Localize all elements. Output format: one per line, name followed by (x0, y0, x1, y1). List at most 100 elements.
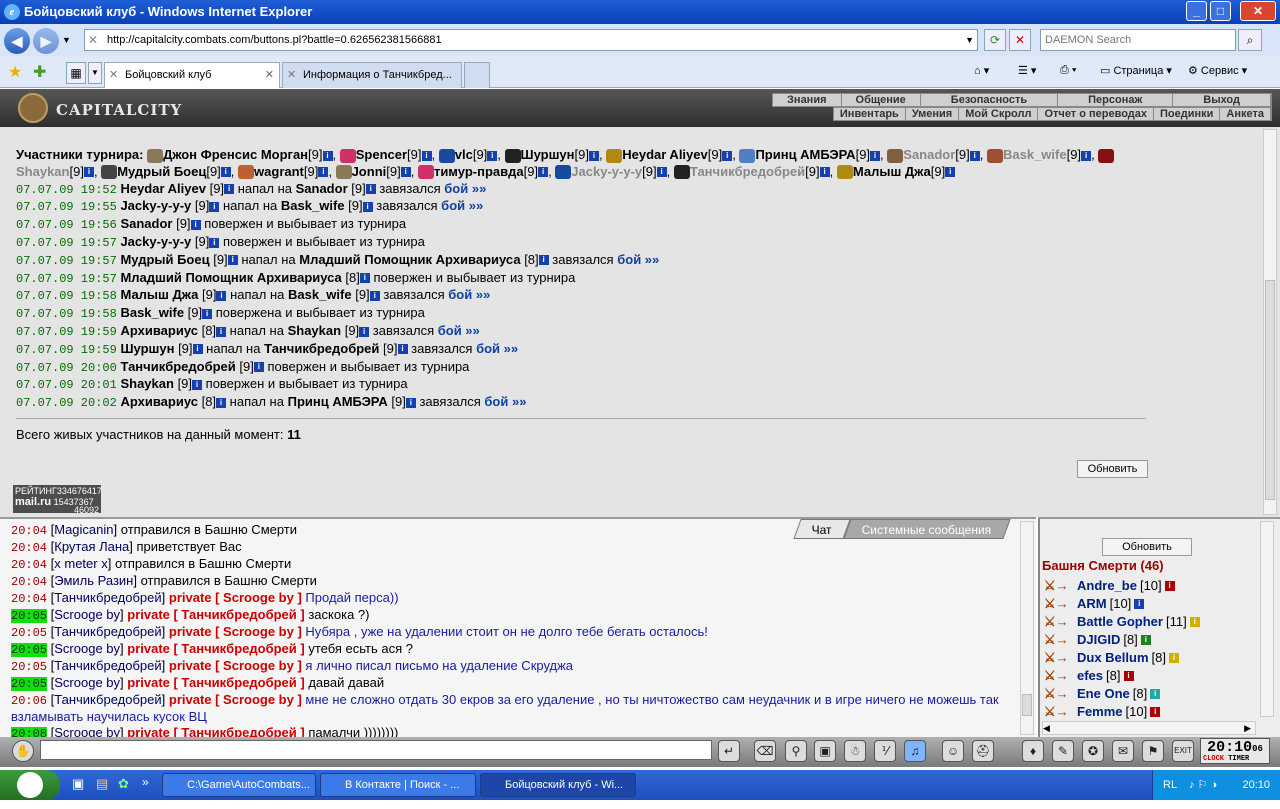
room-player[interactable]: ⚔→ Battle Gopher [11] i (1044, 613, 1254, 631)
info-icon[interactable]: i (216, 326, 227, 337)
chat-author[interactable]: Танчикбредобрей (54, 590, 161, 605)
quicklaunch-icon[interactable]: ▣ (72, 776, 84, 792)
info-icon[interactable]: i (202, 308, 213, 319)
log-attacker[interactable]: Архивариус (120, 323, 198, 338)
info-icon[interactable]: i (405, 397, 416, 408)
search-input[interactable]: DAEMON Search (1040, 29, 1236, 51)
chat-author[interactable]: Scrooge by (54, 725, 120, 737)
nav-knowledge[interactable]: Знания (773, 94, 842, 106)
page-menu[interactable]: ▭ Страница ▾ (1100, 64, 1172, 77)
info-icon[interactable]: i (369, 290, 380, 301)
participant[interactable]: Heydar Aliyev[9] i (606, 147, 733, 163)
participant[interactable]: Танчикбредобрей[9] i (673, 164, 830, 180)
info-icon[interactable]: i (538, 255, 549, 266)
participant[interactable]: Шуршун[9] i (504, 147, 599, 163)
participant-name[interactable]: Джон Френсис Морган (163, 147, 308, 162)
info-icon[interactable]: i (362, 201, 373, 212)
participant-name[interactable]: тимур-правда (434, 164, 524, 179)
tools-menu[interactable]: ⚙ Сервис ▾ (1188, 64, 1247, 77)
chat-author[interactable]: Танчикбредобрей (54, 624, 161, 639)
info-icon[interactable]: i (83, 167, 94, 178)
skill-icon[interactable]: ✪ (1082, 740, 1104, 762)
info-icon[interactable]: i (359, 326, 370, 337)
log-target[interactable]: Принц АМБЭРА (288, 394, 388, 409)
chat-time[interactable]: 20:05 (11, 660, 47, 674)
history-dropdown-icon[interactable]: ▼ (62, 35, 71, 45)
chat-author[interactable]: Scrooge by (54, 641, 120, 656)
info-icon[interactable]: i (1168, 653, 1179, 663)
room-player-name[interactable]: Battle Gopher (1077, 613, 1163, 631)
fight-arrow-icon[interactable]: ⚔→ (1044, 685, 1074, 703)
maximize-button[interactable]: □ (1210, 1, 1231, 21)
nav-inventory[interactable]: Инвентарь (834, 108, 906, 120)
tab-info[interactable]: ✕ Информация о Танчикбред... (282, 62, 462, 88)
info-icon[interactable]: i (227, 255, 238, 266)
info-icon[interactable]: i (1164, 581, 1175, 591)
fight-link[interactable]: бой »» (444, 181, 486, 196)
participant-name[interactable]: Танчикбредобрей (690, 164, 805, 179)
filter-icon[interactable]: ⚲ (785, 740, 807, 762)
info-icon[interactable]: i (819, 167, 830, 178)
info-icon[interactable]: i (209, 201, 220, 212)
main-scrollbar-thumb[interactable] (1265, 280, 1275, 500)
tab-close-icon[interactable]: ✕ (265, 63, 274, 87)
fight-arrow-icon[interactable]: ⚔→ (1044, 631, 1074, 649)
info-icon[interactable]: i (318, 167, 329, 178)
chat-author[interactable]: Танчикбредобрей (54, 658, 161, 673)
participant-name[interactable]: Bask_wife (1003, 147, 1067, 162)
task-vkontakte[interactable]: В Контакте | Поиск - ... (320, 773, 476, 797)
exit-icon[interactable]: EXIT (1172, 740, 1194, 762)
room-scrollbar[interactable] (1260, 521, 1274, 717)
participant[interactable]: тимур-правда[9] i (417, 164, 549, 180)
log-attacker[interactable]: Bask_wife (120, 305, 184, 320)
tournament-refresh-button[interactable]: Обновить (1077, 460, 1148, 478)
info-icon[interactable]: i (1140, 635, 1151, 645)
participant[interactable]: wagrant[9] i (238, 164, 329, 180)
add-favorites-icon[interactable]: ✚ (33, 62, 46, 82)
bottle-icon[interactable]: ♦ (1022, 740, 1044, 762)
gift-icon[interactable]: ✉ (1112, 740, 1134, 762)
chat-private-to[interactable]: private [ Scrooge by ] (169, 624, 302, 639)
chat-private-to[interactable]: private [ Танчикбредобрей ] (127, 725, 304, 737)
send-icon[interactable]: ↵ (718, 740, 740, 762)
participant[interactable]: Принц АМБЭРА[9] i (739, 147, 881, 163)
nav-transfers[interactable]: Отчет о переводах (1038, 108, 1155, 120)
info-icon[interactable]: i (1081, 150, 1092, 161)
chat-private-to[interactable]: private [ Танчикбредобрей ] (127, 675, 304, 690)
room-player[interactable]: ⚔→ Dux Bellum [8] i (1044, 649, 1254, 667)
translit-icon[interactable]: ⅟ (874, 740, 896, 762)
feeds-icon[interactable]: ☰ ▾ (1018, 64, 1036, 77)
room-player[interactable]: ⚔→ DJIGID [8] i (1044, 631, 1254, 649)
room-player-name[interactable]: Femme (1077, 703, 1123, 721)
room-player[interactable]: ⚔→ Ene One [8] i (1044, 685, 1254, 703)
log-attacker[interactable]: Танчикбредобрей (120, 359, 235, 374)
info-icon[interactable]: i (487, 150, 498, 161)
participant-name[interactable]: Heydar Aliyev (622, 147, 708, 162)
info-icon[interactable]: i (224, 184, 235, 195)
minimize-button[interactable]: _ (1186, 1, 1207, 21)
log-attacker[interactable]: Шуршун (120, 341, 174, 356)
room-player[interactable]: ⚔→ efes [8] i (1044, 667, 1254, 685)
nav-profile[interactable]: Анкета (1220, 108, 1271, 120)
chat-time[interactable]: 20:08 (11, 727, 48, 737)
info-icon[interactable]: i (190, 219, 201, 230)
fight-link[interactable]: бой »» (448, 287, 490, 302)
mailru-rating-counter[interactable]: РЕЙТИНГ334676417 mail.ru 15437367 46092 (13, 485, 102, 515)
start-button[interactable] (0, 770, 60, 800)
chat-author[interactable]: x meter x (54, 556, 107, 571)
tab-system-messages[interactable]: Системные сообщения (843, 519, 1011, 539)
room-player-name[interactable]: DJIGID (1077, 631, 1120, 649)
participant-name[interactable]: Spencer (356, 147, 407, 162)
smile-menu-icon[interactable]: ✋ (12, 740, 34, 762)
nav-battles[interactable]: Поединки (1154, 108, 1221, 120)
participant-name[interactable]: Sanador (903, 147, 955, 162)
explorer-quicklaunch-icon[interactable]: ▤ (96, 776, 108, 792)
fight-arrow-icon[interactable]: ⚔→ (1044, 667, 1074, 685)
log-attacker[interactable]: Jacky-у-у-у (120, 234, 191, 249)
info-icon[interactable]: i (192, 379, 203, 390)
nav-security[interactable]: Безопасность (921, 94, 1059, 106)
log-target[interactable]: Sanador (296, 181, 348, 196)
chat-time[interactable]: 20:04 (11, 592, 47, 606)
fight-arrow-icon[interactable]: ⚔→ (1044, 703, 1074, 721)
chat-time[interactable]: 20:04 (11, 541, 47, 555)
